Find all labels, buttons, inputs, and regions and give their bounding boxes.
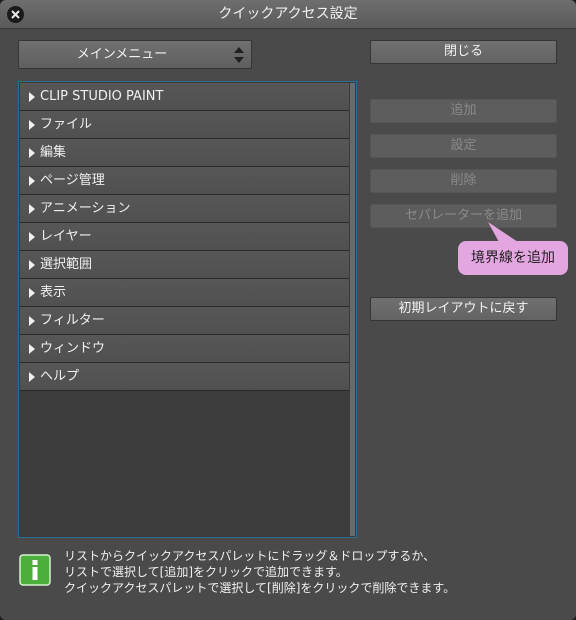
help-text: リストからクイックアクセスパレットにドラッグ＆ドロップするか、 リストで選択して… — [64, 548, 455, 596]
menu-list-item-label: 表示 — [40, 285, 67, 300]
delete-button[interactable]: 削除 — [370, 169, 557, 193]
menu-list-item-label: ファイル — [40, 117, 93, 132]
menu-select-value: メインメニュー — [76, 47, 168, 62]
quick-access-settings-dialog: クイックアクセス設定 メインメニュー CLIP STUDIO PAINT ファイル… — [0, 0, 576, 620]
tooltip-balloon: 境界線を追加 — [458, 241, 568, 275]
menu-list-item-label: フィルター — [40, 313, 105, 328]
menu-list-item-label: 編集 — [40, 145, 67, 160]
menu-list-item-label: ページ管理 — [40, 173, 105, 188]
help-text-line: リストからクイックアクセスパレットにドラッグ＆ドロップするか、 — [64, 549, 436, 563]
menu-item-list-body: CLIP STUDIO PAINT ファイル編集ページ管理アニメーション レイヤー選… — [20, 83, 349, 536]
settings-button[interactable]: 設定 — [370, 134, 557, 158]
menu-select-dropdown[interactable]: メインメニュー — [18, 40, 252, 69]
close-button[interactable]: 閉じる — [370, 40, 557, 64]
menu-list-item[interactable]: レイヤー — [20, 223, 349, 251]
menu-list-item[interactable]: 選択範囲 — [20, 251, 349, 279]
info-icon — [19, 554, 51, 586]
expand-triangle-icon[interactable] — [29, 175, 35, 186]
expand-triangle-icon[interactable] — [29, 147, 35, 158]
expand-triangle-icon[interactable] — [29, 119, 35, 130]
menu-list-item[interactable]: CLIP STUDIO PAINT — [20, 83, 349, 111]
dialog-title: クイックアクセス設定 — [218, 6, 358, 22]
menu-list-item[interactable]: 編集 — [20, 139, 349, 167]
updown-arrows-icon — [234, 47, 244, 63]
add-separator-button[interactable]: セパレーターを追加 — [370, 204, 557, 228]
menu-list-item[interactable]: ウィンドウ — [20, 335, 349, 363]
expand-triangle-icon[interactable] — [29, 259, 35, 270]
list-scrollbar[interactable] — [350, 83, 355, 536]
expand-triangle-icon[interactable] — [29, 371, 35, 382]
menu-list-item[interactable]: ヘルプ — [20, 363, 349, 391]
menu-list-item-label: ウィンドウ — [40, 341, 106, 356]
menu-list-item[interactable]: 表示 — [20, 279, 349, 307]
menu-list-item[interactable]: ファイル — [20, 111, 349, 139]
expand-triangle-icon[interactable] — [29, 287, 35, 298]
reset-layout-button[interactable]: 初期レイアウトに戻す — [370, 297, 557, 321]
title-bar: クイックアクセス設定 — [0, 0, 576, 29]
help-text-line: リストで選択して[追加]をクリックで追加できます。 — [64, 565, 348, 579]
add-button[interactable]: 追加 — [370, 99, 557, 123]
expand-triangle-icon[interactable] — [29, 91, 35, 102]
menu-list-item-label: CLIP STUDIO PAINT — [40, 89, 164, 104]
help-text-line: クイックアクセスパレットで選択して[削除]をクリックで削除できます。 — [64, 581, 456, 595]
menu-list-item-label: アニメーション — [40, 201, 131, 216]
expand-triangle-icon[interactable] — [29, 343, 35, 354]
menu-list-item[interactable]: フィルター — [20, 307, 349, 335]
menu-list-item[interactable]: ページ管理 — [20, 167, 349, 195]
expand-triangle-icon[interactable] — [29, 203, 35, 214]
menu-list-item-label: レイヤー — [40, 229, 92, 244]
menu-list-item[interactable]: アニメーション — [20, 195, 349, 223]
menu-list-item-label: ヘルプ — [40, 369, 80, 384]
menu-item-list[interactable]: CLIP STUDIO PAINT ファイル編集ページ管理アニメーション レイヤー選… — [18, 81, 357, 538]
menu-list-item-label: 選択範囲 — [40, 257, 93, 272]
expand-triangle-icon[interactable] — [29, 315, 35, 326]
expand-triangle-icon[interactable] — [29, 231, 35, 242]
